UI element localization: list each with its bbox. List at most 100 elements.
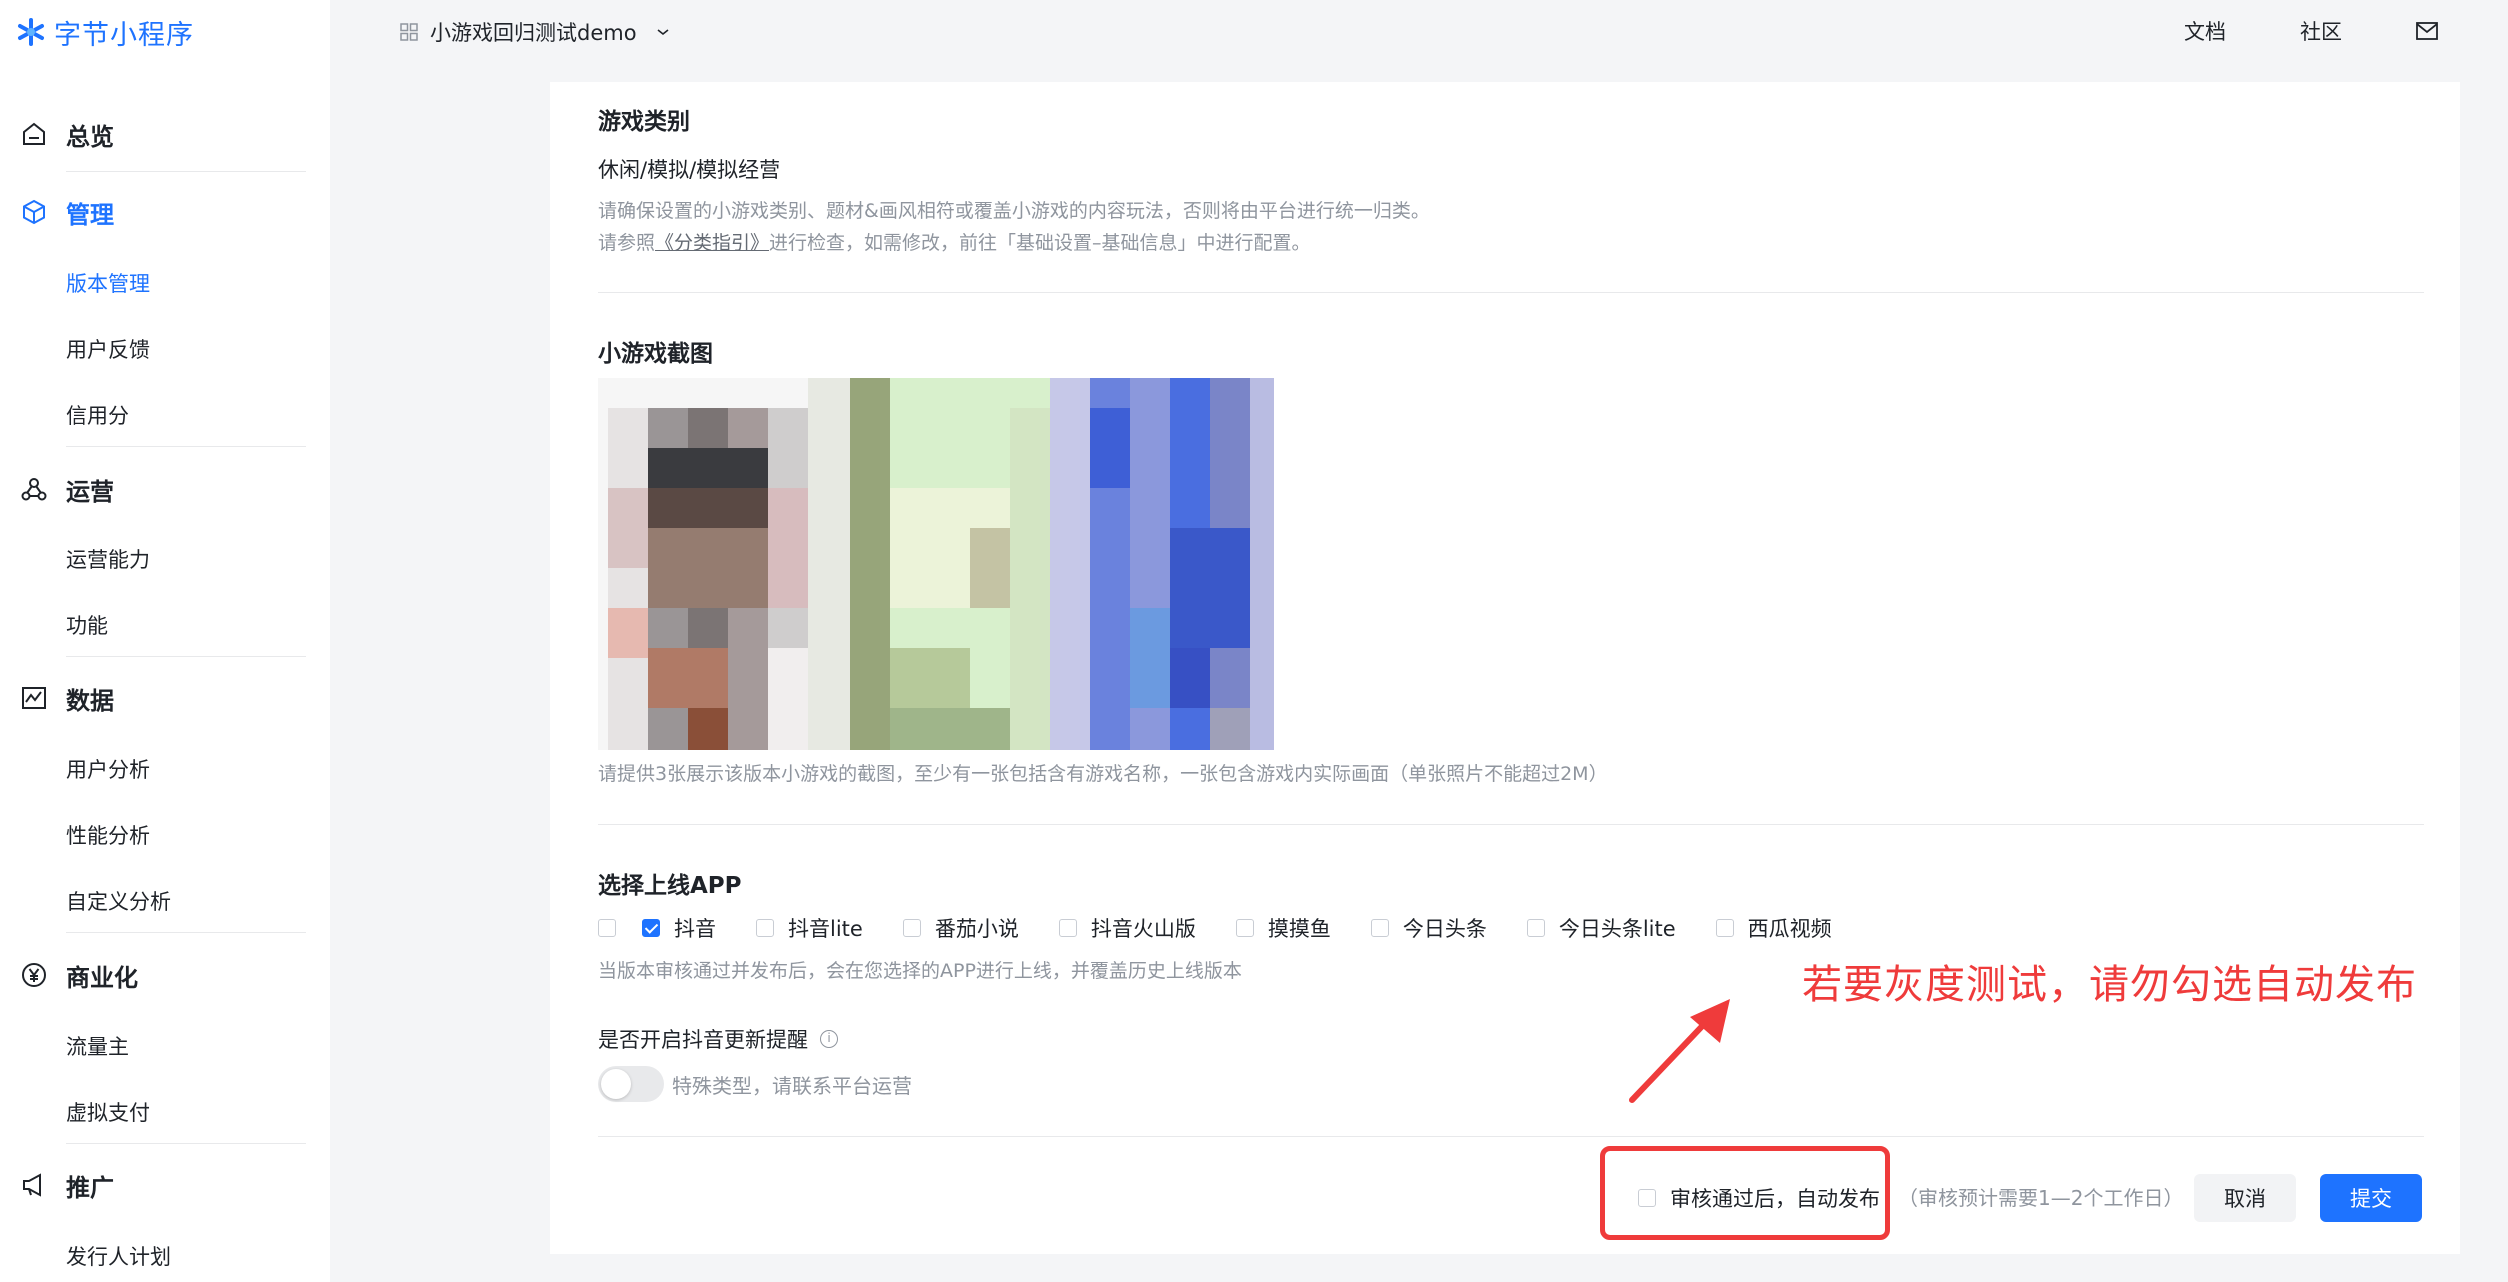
screenshots-hint: 请提供3张展示该版本小游戏的截图，至少有一张包括含有游戏名称，一张包含游戏内实际… [598, 763, 1608, 785]
nav-promote-label: 推广 [66, 1173, 114, 1202]
hint-suffix: 进行检查，如需修改，前往「基础设置–基础信息」中进行配置。 [769, 232, 1311, 254]
app-label: 今日头条 [1402, 917, 1487, 941]
sidebar-item-credit-score[interactable]: 信用分 [66, 401, 129, 431]
docs-link[interactable]: 文档 [2184, 16, 2226, 48]
section-divider [598, 1136, 2424, 1137]
app-option-douyin-lite[interactable]: 抖音lite [756, 913, 863, 943]
nav-divider [66, 932, 306, 933]
section-divider [598, 824, 2424, 825]
yen-icon [20, 961, 48, 989]
checkbox[interactable] [902, 919, 921, 937]
category-guide-link[interactable]: 《分类指引》 [655, 232, 769, 254]
brand-name: 字节小程序 [54, 19, 194, 51]
category-hint-line2: 请参照《分类指引》进行检查，如需修改，前往「基础设置–基础信息」中进行配置。 [598, 227, 1430, 259]
nav-divider [66, 171, 306, 172]
auto-publish-checkbox[interactable]: 审核通过后，自动发布 [1638, 1184, 1880, 1212]
nav-operate-label: 运营 [66, 477, 114, 506]
cancel-button[interactable]: 取消 [2194, 1174, 2296, 1222]
sidebar-item-custom-analysis[interactable]: 自定义分析 [66, 887, 171, 917]
update-reminder-row: 是否开启抖音更新提醒 i [598, 1024, 838, 1054]
annotation-arrow [1629, 999, 1730, 1103]
nav-data[interactable]: 数据 [20, 678, 114, 718]
nav-business-label: 商业化 [66, 963, 138, 992]
checkbox-checked[interactable] [642, 919, 660, 937]
category-title: 游戏类别 [598, 109, 690, 135]
sidebar-item-performance-analysis[interactable]: 性能分析 [66, 821, 150, 851]
checkbox[interactable] [1638, 1189, 1656, 1207]
sidebar: 字节小程序 总览 管理 版本管理 用户反馈 信用分 运营 运营能力 功能 数据 … [0, 0, 330, 1282]
nav-overview[interactable]: 总览 [20, 114, 114, 154]
checkbox[interactable] [756, 919, 774, 937]
app-option-xigua[interactable]: 西瓜视频 [1715, 913, 1832, 943]
checkbox[interactable] [1526, 919, 1545, 937]
nav-promote[interactable]: 推广 [20, 1165, 114, 1205]
category-hint: 请确保设置的小游戏类别、题材&画风相符或覆盖小游戏的内容玩法，否则将由平台进行统… [598, 195, 1430, 259]
brand-logo[interactable]: 字节小程序 [14, 14, 194, 51]
nav-manage-label: 管理 [66, 200, 114, 229]
pixelated-screenshot-image [598, 378, 1274, 750]
app-option-momoyu[interactable]: 摸摸鱼 [1235, 913, 1331, 943]
game-screenshot-thumbnails[interactable] [598, 378, 1274, 750]
cube-icon [20, 198, 48, 226]
sidebar-item-user-feedback[interactable]: 用户反馈 [66, 335, 150, 365]
hint-prefix: 请参照 [598, 232, 656, 254]
checkbox[interactable] [598, 919, 616, 937]
sidebar-item-user-analysis[interactable]: 用户分析 [66, 755, 150, 785]
category-value: 休闲/模拟/模拟经营 [598, 158, 781, 182]
nav-divider [66, 446, 306, 447]
app-option-douyin[interactable]: 抖音 [642, 913, 716, 943]
category-hint-line1: 请确保设置的小游戏类别、题材&画风相符或覆盖小游戏的内容玩法，否则将由平台进行统… [598, 200, 1430, 222]
screenshots-title: 小游戏截图 [598, 341, 713, 367]
sidebar-item-publisher-plan[interactable]: 发行人计划 [66, 1242, 171, 1272]
app-label: 抖音 [674, 917, 716, 941]
checkbox[interactable] [1058, 919, 1077, 937]
submit-button[interactable]: 提交 [2320, 1174, 2422, 1222]
app-option-fanqie[interactable]: 番茄小说 [902, 913, 1019, 943]
nav-divider [66, 1143, 306, 1144]
checkbox[interactable] [1370, 919, 1389, 937]
toggle-knob [601, 1069, 631, 1099]
sidebar-item-traffic-owner[interactable]: 流量主 [66, 1032, 129, 1062]
review-estimate: （审核预计需要1—2个工作日） [1898, 1186, 2184, 1210]
update-reminder-label: 是否开启抖音更新提醒 [598, 1028, 808, 1052]
app-option-select-all[interactable] [598, 919, 616, 937]
checkbox[interactable] [1715, 919, 1734, 937]
chart-icon [20, 684, 48, 712]
grid-icon [400, 23, 418, 41]
community-link[interactable]: 社区 [2300, 16, 2342, 48]
nav-business[interactable]: 商业化 [20, 955, 138, 995]
app-option-huoshan[interactable]: 抖音火山版 [1058, 913, 1196, 943]
sidebar-item-operate-ability[interactable]: 运营能力 [66, 545, 150, 575]
sidebar-item-virtual-payment[interactable]: 虚拟支付 [66, 1098, 150, 1128]
app-label: 今日头条lite [1558, 917, 1676, 941]
nav-overview-label: 总览 [66, 122, 114, 151]
chevron-down-icon [657, 29, 669, 36]
mail-icon[interactable] [2416, 21, 2438, 41]
operate-icon [20, 475, 48, 503]
megaphone-icon [20, 1171, 48, 1199]
nav-data-label: 数据 [66, 686, 114, 715]
project-selector[interactable]: 小游戏回归测试demo [400, 16, 671, 48]
home-icon [20, 120, 48, 148]
section-divider [598, 292, 2424, 293]
update-reminder-toggle[interactable] [598, 1066, 664, 1102]
app-label: 摸摸鱼 [1267, 917, 1331, 941]
sidebar-item-version-manage[interactable]: 版本管理 [66, 269, 150, 299]
annotation-text: 若要灰度测试，请勿勾选自动发布 [1802, 962, 2417, 1008]
apps-hint: 当版本审核通过并发布后，会在您选择的APP进行上线，并覆盖历史上线版本 [598, 960, 1242, 982]
apps-title: 选择上线APP [598, 873, 742, 899]
app-option-toutiao[interactable]: 今日头条 [1370, 913, 1487, 943]
project-name: 小游戏回归测试demo [430, 21, 637, 45]
nav-divider [66, 656, 306, 657]
sidebar-item-function[interactable]: 功能 [66, 611, 108, 641]
app-label: 抖音lite [788, 917, 863, 941]
app-option-toutiao-lite[interactable]: 今日头条lite [1526, 913, 1676, 943]
checkbox[interactable] [1235, 919, 1254, 937]
nav-manage[interactable]: 管理 [20, 192, 114, 232]
logo-icon [18, 18, 44, 46]
info-icon[interactable]: i [820, 1030, 838, 1048]
auto-publish-label: 审核通过后，自动发布 [1670, 1187, 1880, 1211]
app-label: 番茄小说 [934, 917, 1019, 941]
nav-operate[interactable]: 运营 [20, 469, 114, 509]
app-label: 抖音火山版 [1090, 917, 1196, 941]
